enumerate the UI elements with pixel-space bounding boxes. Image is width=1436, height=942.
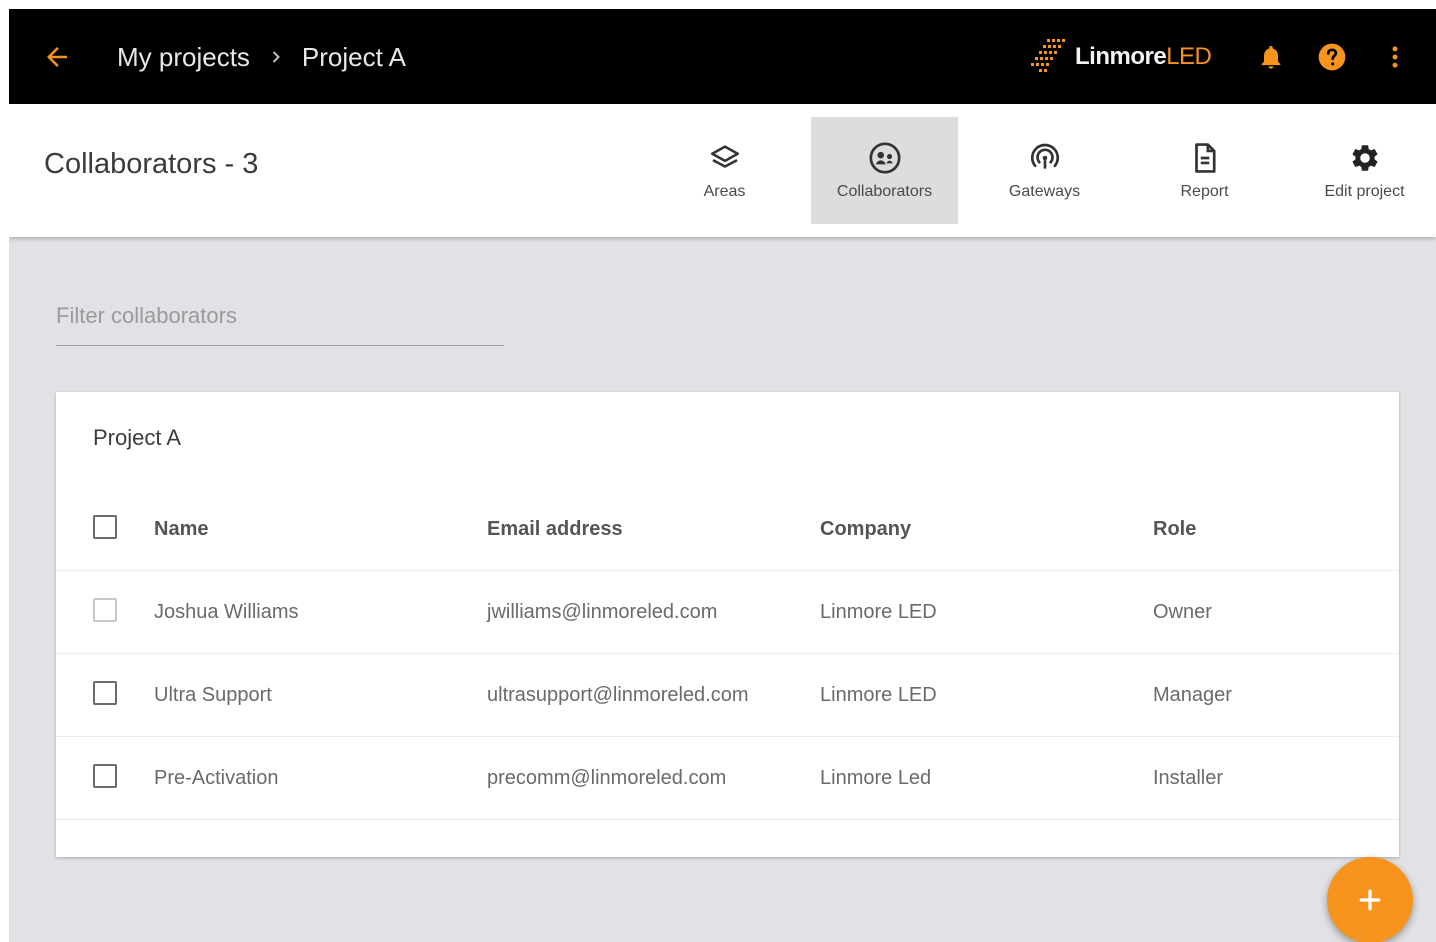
more-vert-icon — [1392, 46, 1398, 68]
breadcrumb: My projects Project A — [117, 37, 406, 77]
back-button[interactable] — [39, 39, 75, 75]
page-title: Collaborators - 3 — [44, 148, 259, 180]
table-row[interactable]: Joshua Williams jwilliams@linmoreled.com… — [56, 571, 1399, 654]
column-header-role[interactable]: Role — [1153, 488, 1196, 570]
chevron-right-icon — [266, 47, 286, 67]
tab-edit-project[interactable]: Edit project — [1291, 117, 1436, 224]
cell-company: Linmore LED — [820, 600, 937, 623]
tab-label: Edit project — [1324, 182, 1405, 200]
select-all-checkbox[interactable] — [93, 515, 117, 539]
tab-report[interactable]: Report — [1131, 117, 1278, 224]
tab-label: Gateways — [1008, 182, 1081, 200]
cell-role: Installer — [1153, 766, 1224, 789]
table-row[interactable]: Pre-Activation precomm@linmoreled.com Li… — [56, 737, 1399, 820]
tab-gateways[interactable]: Gateways — [971, 117, 1118, 224]
cell-name: Joshua Williams — [154, 600, 299, 623]
row-checkbox-disabled — [93, 598, 117, 622]
cell-company: Linmore LED — [820, 683, 937, 706]
bell-icon — [1261, 45, 1281, 69]
document-icon — [1188, 141, 1222, 175]
cell-name: Pre-Activation — [154, 766, 279, 789]
row-checkbox[interactable] — [93, 681, 117, 705]
row-checkbox[interactable] — [93, 764, 117, 788]
breadcrumb-project-a[interactable]: Project A — [302, 42, 406, 73]
cell-name: Ultra Support — [154, 683, 272, 706]
group-icon — [868, 141, 902, 175]
gateway-icon — [1028, 141, 1062, 175]
cell-company: Linmore Led — [820, 766, 932, 789]
section-header: Collaborators - 3 Areas Collaborators Ga… — [9, 104, 1436, 237]
tab-label: Report — [1180, 182, 1229, 200]
cell-email: jwilliams@linmoreled.com — [487, 600, 718, 623]
column-header-name[interactable]: Name — [154, 488, 208, 570]
filter-collaborators-input[interactable] — [56, 287, 504, 346]
linmore-logo: LinmoreLED — [1025, 35, 1212, 79]
gear-icon — [1348, 141, 1382, 175]
column-header-email[interactable]: Email address — [487, 488, 623, 570]
tab-label: Areas — [703, 182, 746, 200]
arrow-left-icon — [47, 47, 67, 67]
cell-email: ultrasupport@linmoreled.com — [487, 683, 749, 706]
column-header-company[interactable]: Company — [820, 488, 911, 570]
cell-role: Manager — [1153, 683, 1232, 706]
table-row[interactable]: Ultra Support ultrasupport@linmoreled.co… — [56, 654, 1399, 737]
add-icon — [1359, 889, 1381, 911]
tab-collaborators[interactable]: Collaborators — [811, 117, 958, 224]
cell-role: Owner — [1153, 600, 1212, 623]
layers-icon — [708, 141, 742, 175]
card-title: Project A — [93, 425, 182, 450]
tab-label: Collaborators — [836, 182, 933, 200]
help-button[interactable] — [1314, 39, 1350, 75]
logo-text: LinmoreLED — [1075, 43, 1212, 70]
help-icon — [1318, 43, 1346, 71]
add-collaborator-button[interactable] — [1327, 857, 1413, 942]
tab-areas[interactable]: Areas — [651, 117, 798, 224]
table-header-row: Name Email address Company Role — [56, 488, 1399, 571]
collaborators-card: Project A Name Email address Company Rol… — [56, 392, 1399, 857]
breadcrumb-my-projects[interactable]: My projects — [117, 42, 250, 73]
grid-logo-icon — [1031, 39, 1065, 72]
app-window: My projects Project A LinmoreLED Collabo… — [9, 9, 1436, 942]
notifications-button[interactable] — [1253, 39, 1289, 75]
more-menu-button[interactable] — [1377, 39, 1413, 75]
top-app-bar: My projects Project A LinmoreLED — [9, 9, 1436, 104]
cell-email: precomm@linmoreled.com — [487, 766, 727, 789]
